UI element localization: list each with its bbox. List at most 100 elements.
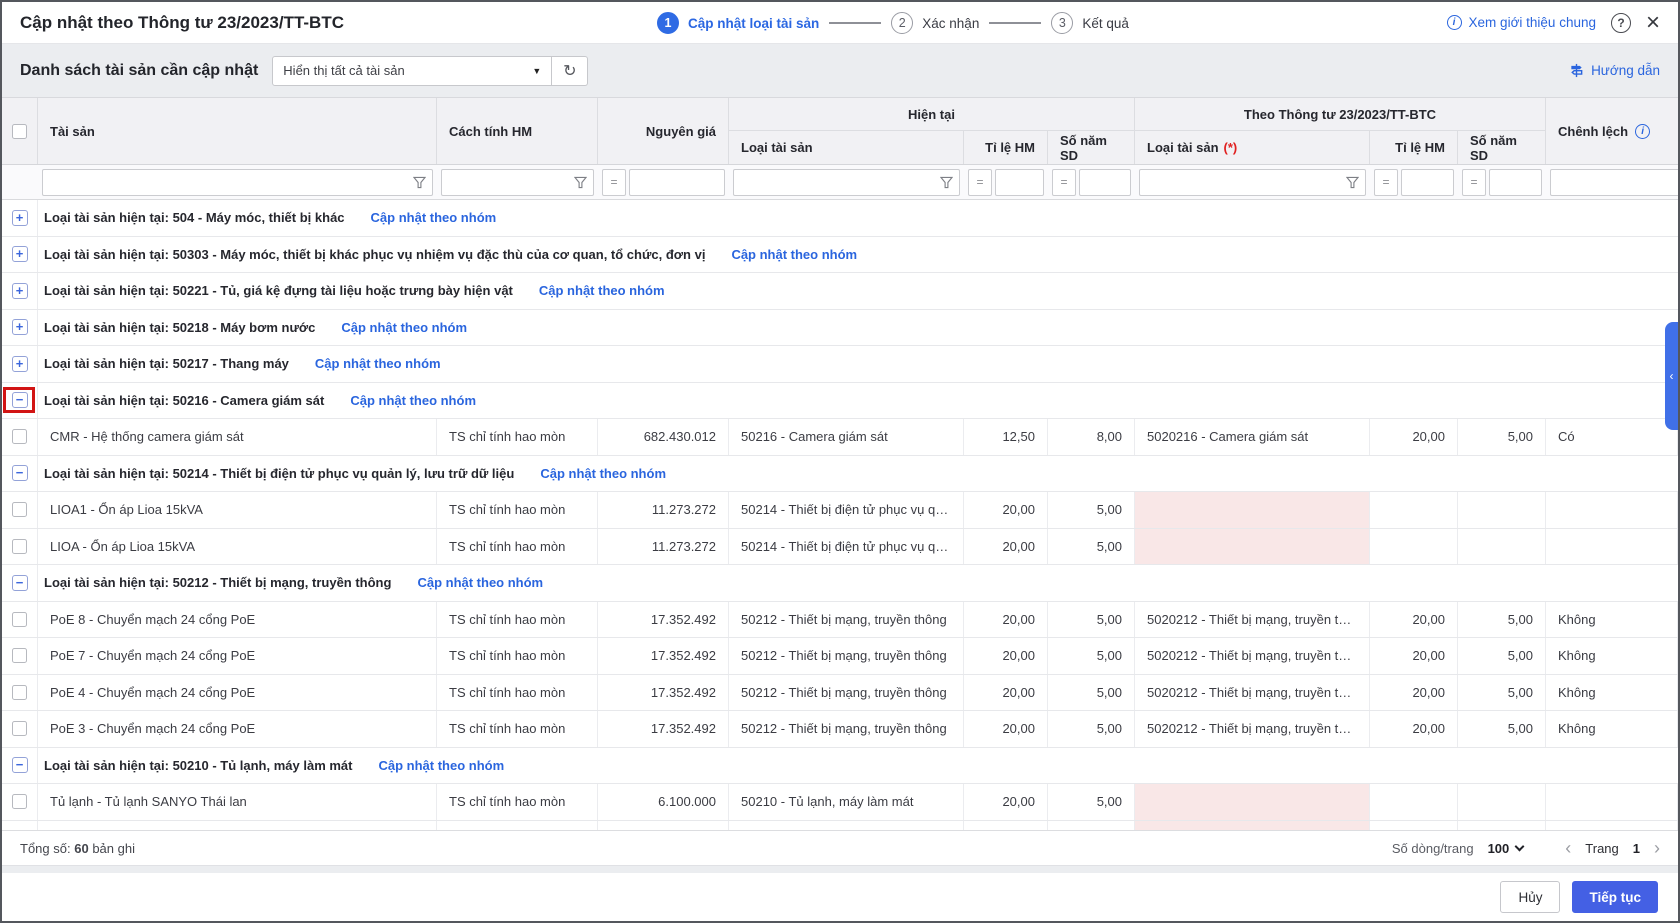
expand-icon[interactable]: + xyxy=(12,210,28,226)
step-1-circle: 1 xyxy=(657,12,679,34)
cell-cur_rate: 20,00 xyxy=(964,602,1048,638)
group-label: Loại tài sản hiện tại: 50210 - Tủ lạnh, … xyxy=(44,758,352,773)
help-icon[interactable]: ? xyxy=(1611,13,1631,33)
filter-circular-rate-input[interactable] xyxy=(1408,175,1447,189)
cell-new_years: 5,00 xyxy=(1458,638,1546,674)
filter-funnel-icon[interactable] xyxy=(940,176,953,189)
row-checkbox[interactable] xyxy=(12,794,27,809)
expand-box: + xyxy=(12,246,28,262)
equals-operator[interactable]: = xyxy=(1374,169,1398,196)
group-update-link[interactable]: Cập nhật theo nhóm xyxy=(540,466,666,481)
step-connector xyxy=(829,22,881,24)
chevron-down-icon xyxy=(1515,841,1525,851)
expand-icon[interactable]: + xyxy=(12,319,28,335)
cell-name: CMR - Hệ thống camera giám sát xyxy=(38,419,437,455)
step-2[interactable]: 2 Xác nhận xyxy=(891,12,979,34)
filter-current-type-input[interactable] xyxy=(740,175,936,189)
filter-current-rate-input[interactable] xyxy=(1002,175,1037,189)
collapse-icon[interactable]: − xyxy=(12,575,28,591)
table-row: PoE 8 - Chuyển mạch 24 cổng PoETS chỉ tí… xyxy=(2,602,1678,639)
close-icon[interactable]: × xyxy=(1646,13,1660,33)
asset-filter-dropdown[interactable]: Hiển thị tất cả tài sản ▼ xyxy=(272,56,552,86)
group-update-link[interactable]: Cập nhật theo nhóm xyxy=(378,758,504,773)
group-update-link[interactable]: Cập nhật theo nhóm xyxy=(539,283,665,298)
row-checkbox[interactable] xyxy=(12,721,27,736)
filter-circular-type-input[interactable] xyxy=(1146,175,1342,189)
refresh-icon: ↻ xyxy=(563,61,576,81)
total-count: 60 xyxy=(74,841,88,856)
expand-icon[interactable]: + xyxy=(12,356,28,372)
row-checkbox-cell xyxy=(2,675,38,711)
expand-box: − xyxy=(12,757,28,773)
cell-cur_years: 5,00 xyxy=(1048,711,1135,747)
filter-circular-years-input[interactable] xyxy=(1496,175,1535,189)
side-panel-handle[interactable]: ‹ xyxy=(1665,322,1678,430)
row-checkbox[interactable] xyxy=(12,429,27,444)
equals-operator[interactable]: = xyxy=(968,169,992,196)
continue-button[interactable]: Tiếp tục xyxy=(1572,881,1658,913)
equals-operator[interactable]: = xyxy=(1052,169,1076,196)
intro-link-label: Xem giới thiệu chung xyxy=(1469,15,1596,30)
expand-icon[interactable]: + xyxy=(12,283,28,299)
filter-asset-input[interactable] xyxy=(49,175,409,189)
rows-per-page-select[interactable]: 100 xyxy=(1488,841,1524,856)
filter-method-input[interactable] xyxy=(448,175,570,189)
row-checkbox[interactable] xyxy=(12,685,27,700)
group-update-link[interactable]: Cập nhật theo nhóm xyxy=(341,320,467,335)
group-update-link[interactable]: Cập nhật theo nhóm xyxy=(417,575,543,590)
filter-cost-input[interactable] xyxy=(636,175,718,189)
diff-info-icon[interactable]: i xyxy=(1635,124,1650,139)
group-update-link[interactable]: Cập nhật theo nhóm xyxy=(350,393,476,408)
row-checkbox[interactable] xyxy=(12,502,27,517)
grid-footer: Tổng số: 60 bản ghi Số dòng/trang 100 ‹ … xyxy=(2,830,1678,865)
cell-cost: 17.352.492 xyxy=(598,675,729,711)
collapse-icon[interactable]: − xyxy=(12,392,28,408)
collapse-icon[interactable]: − xyxy=(12,465,28,481)
cell-method: TS chỉ tính hao mòn xyxy=(437,529,598,565)
group-update-link[interactable]: Cập nhật theo nhóm xyxy=(731,247,857,262)
filter-funnel-icon[interactable] xyxy=(1346,176,1359,189)
group-row: +Loại tài sản hiện tại: 50217 - Thang má… xyxy=(2,346,1678,383)
cell-cur_years: 5,00 xyxy=(1048,602,1135,638)
cell-diff: Không xyxy=(1546,602,1678,638)
row-checkbox-cell xyxy=(2,638,38,674)
col-asset: Tài sản xyxy=(38,98,437,164)
step-3[interactable]: 3 Kết quả xyxy=(1051,12,1129,34)
cell-new_type xyxy=(1135,784,1370,820)
cell-new_rate: 20,00 xyxy=(1370,638,1458,674)
row-checkbox-cell xyxy=(2,711,38,747)
page-title: Cập nhật theo Thông tư 23/2023/TT-BTC xyxy=(20,13,344,33)
group-label: Loại tài sản hiện tại: 50214 - Thiết bị … xyxy=(44,466,514,481)
equals-operator[interactable]: = xyxy=(1462,169,1486,196)
filter-funnel-icon[interactable] xyxy=(574,176,587,189)
guide-link[interactable]: Hướng dẫn xyxy=(1569,63,1660,78)
group-row: + Loại tài sản hiện tại: 50218 - Máy bơm … xyxy=(2,310,1678,347)
row-checkbox[interactable] xyxy=(12,539,27,554)
filter-current-years-input[interactable] xyxy=(1086,175,1124,189)
table-row: PoE 7 - Chuyển mạch 24 cổng PoETS chỉ tí… xyxy=(2,638,1678,675)
group-update-link[interactable]: Cập nhật theo nhóm xyxy=(371,210,497,225)
equals-operator[interactable]: = xyxy=(602,169,626,196)
collapse-icon[interactable]: − xyxy=(12,757,28,773)
intro-link[interactable]: i Xem giới thiệu chung xyxy=(1447,15,1596,30)
group-content: Loại tài sản hiện tại: 50218 - Máy bơm n… xyxy=(38,320,1678,335)
filter-funnel-icon[interactable] xyxy=(413,176,426,189)
cell-cur_years: 5,00 xyxy=(1048,784,1135,820)
next-page-icon[interactable]: › xyxy=(1654,841,1660,855)
cell-new_rate: 20,00 xyxy=(1370,419,1458,455)
step-1[interactable]: 1 Cập nhật loại tài sản xyxy=(657,12,819,34)
filter-diff-input[interactable] xyxy=(1557,175,1680,189)
select-all-checkbox[interactable] xyxy=(12,124,27,139)
cell-diff: Có xyxy=(1546,419,1678,455)
group-expand-cell: + xyxy=(2,200,38,236)
col-circular-type: Loại tài sản (*) xyxy=(1135,131,1370,164)
cell-method: TS chỉ tính hao mòn xyxy=(437,821,598,831)
refresh-button[interactable]: ↻ xyxy=(552,56,588,86)
group-expand-cell: − xyxy=(2,456,38,492)
expand-icon[interactable]: + xyxy=(12,246,28,262)
group-update-link[interactable]: Cập nhật theo nhóm xyxy=(315,356,441,371)
row-checkbox[interactable] xyxy=(12,612,27,627)
prev-page-icon[interactable]: ‹ xyxy=(1565,841,1571,855)
cancel-button[interactable]: Hủy xyxy=(1500,881,1560,913)
row-checkbox[interactable] xyxy=(12,648,27,663)
